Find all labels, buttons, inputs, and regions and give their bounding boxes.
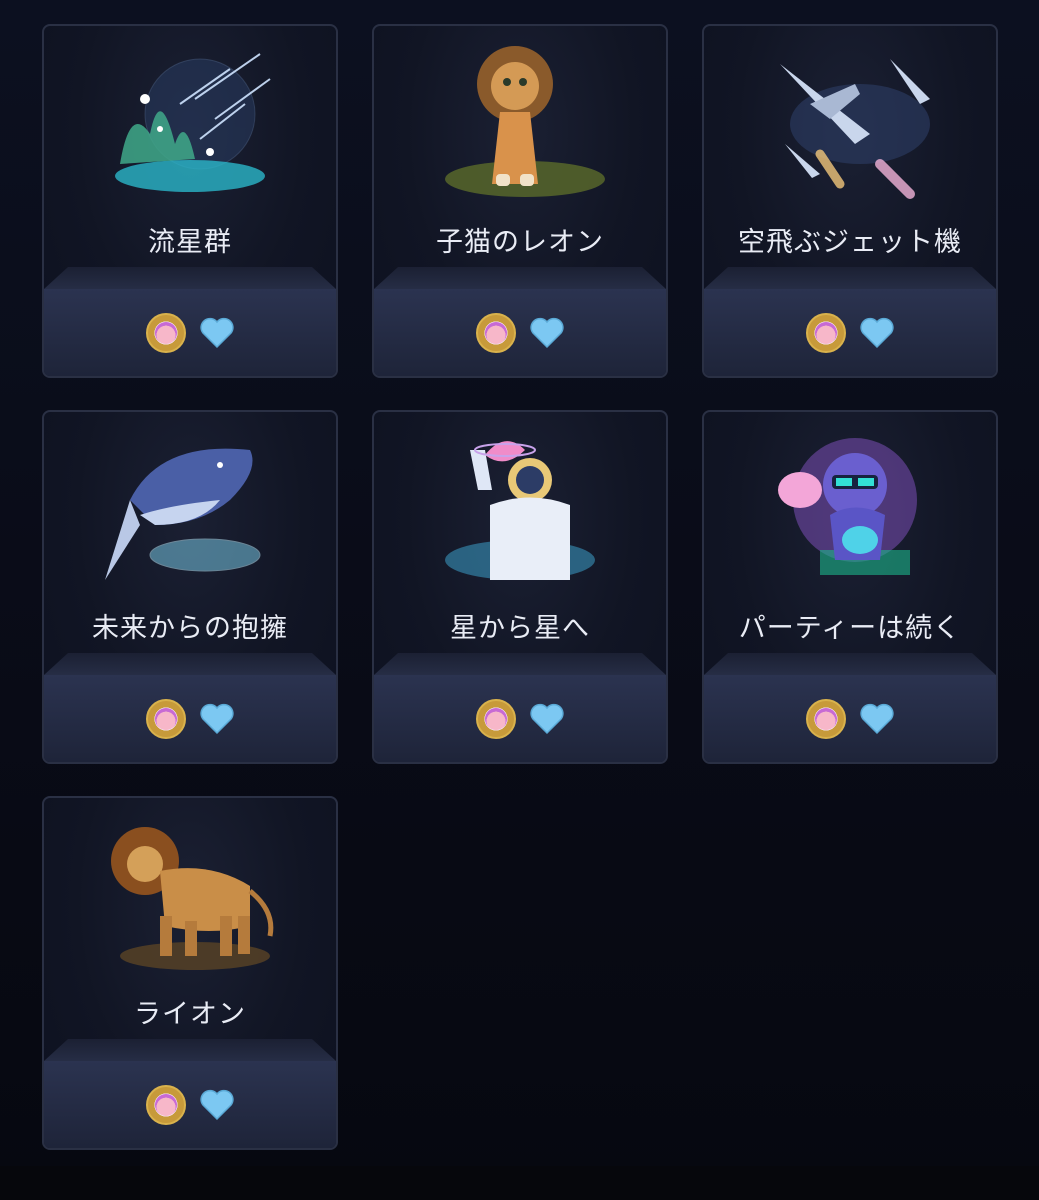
avatar	[146, 312, 186, 353]
card-footer	[704, 675, 996, 762]
card-shelf	[704, 267, 996, 289]
gift-name: 空飛ぶジェット機	[738, 227, 962, 258]
card-shelf	[374, 653, 666, 675]
party-cat-icon	[760, 430, 940, 590]
heart-icon	[200, 703, 234, 734]
bottom-bar	[0, 1166, 1039, 1200]
heart-icon	[530, 703, 564, 734]
card-footer	[704, 289, 996, 376]
card-shelf	[44, 267, 336, 289]
card-shelf	[44, 1039, 336, 1061]
gift-card[interactable]: 未来からの抱擁	[42, 410, 338, 764]
card-footer	[374, 289, 666, 376]
lion-icon	[100, 816, 280, 976]
avatar	[806, 698, 846, 739]
gift-card[interactable]: 子猫のレオン	[372, 24, 668, 378]
avatar	[146, 698, 186, 739]
heart-icon	[860, 703, 894, 734]
heart-icon	[200, 1089, 234, 1120]
gift-card[interactable]: パーティーは続く	[702, 410, 998, 764]
gift-name: 子猫のレオン	[436, 227, 604, 258]
card-footer	[44, 289, 336, 376]
card-shelf	[44, 653, 336, 675]
meteor-shower-icon	[100, 44, 280, 204]
heart-icon	[530, 317, 564, 348]
avatar	[476, 312, 516, 353]
card-shelf	[704, 653, 996, 675]
card-footer	[374, 675, 666, 762]
avatar	[476, 698, 516, 739]
card-footer	[44, 675, 336, 762]
card-footer	[44, 1061, 336, 1148]
heart-icon	[200, 317, 234, 348]
gift-name: 星から星へ	[450, 613, 590, 644]
heart-icon	[860, 317, 894, 348]
whale-icon	[100, 430, 280, 590]
gift-name: パーティーは続く	[738, 613, 962, 644]
gift-card[interactable]: 流星群	[42, 24, 338, 378]
card-shelf	[374, 267, 666, 289]
gift-name: 流星群	[148, 227, 232, 258]
avatar	[146, 1084, 186, 1125]
gift-grid: 流星群 子猫のレオン 空飛ぶジェット機 未来からの抱擁 星から星へ パーティーは…	[42, 24, 998, 1150]
avatar	[806, 312, 846, 353]
gift-name: ライオン	[134, 999, 246, 1030]
lion-cub-icon	[430, 44, 610, 204]
gift-card[interactable]: 星から星へ	[372, 410, 668, 764]
gift-card[interactable]: ライオン	[42, 796, 338, 1150]
astronaut-icon	[430, 430, 610, 590]
gift-card[interactable]: 空飛ぶジェット機	[702, 24, 998, 378]
gift-name: 未来からの抱擁	[92, 613, 288, 644]
jets-icon	[760, 44, 940, 204]
